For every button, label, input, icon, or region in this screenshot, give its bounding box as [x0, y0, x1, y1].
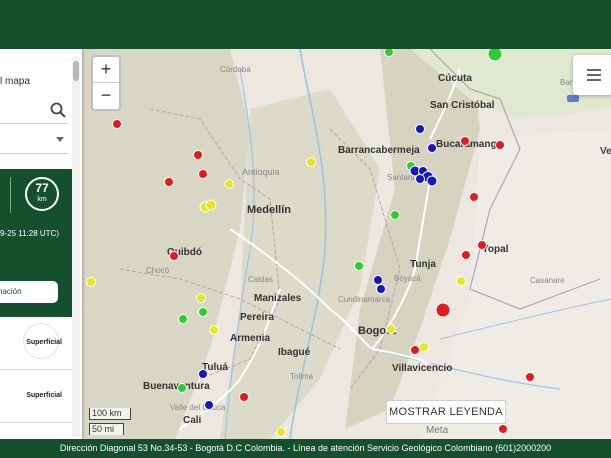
label-pereira: Pereira	[240, 312, 274, 323]
quake-marker[interactable]	[204, 400, 214, 410]
label-cucuta: Cúcuta	[438, 73, 472, 84]
quake-marker[interactable]	[384, 49, 394, 57]
quake-marker[interactable]	[198, 169, 208, 179]
quake-marker[interactable]	[427, 143, 437, 153]
quake-marker[interactable]	[487, 49, 503, 62]
label-ibague: Ibagué	[278, 347, 311, 358]
chevron-down-icon	[56, 137, 64, 142]
quake-marker[interactable]	[178, 314, 188, 324]
quake-marker[interactable]	[426, 175, 438, 187]
label-boyaca: Boyacá	[394, 274, 421, 283]
list-item[interactable]: Superficial	[0, 370, 72, 423]
quake-marker[interactable]	[198, 369, 208, 379]
quake-marker[interactable]	[239, 392, 249, 402]
quake-marker[interactable]	[209, 325, 219, 335]
label-manizales: Manizales	[254, 293, 302, 304]
hamburger-icon	[587, 79, 601, 81]
search-input[interactable]	[0, 99, 68, 124]
quake-marker[interactable]	[419, 342, 429, 352]
depth-indicator: 77 km	[25, 177, 59, 211]
quake-marker[interactable]	[477, 240, 487, 250]
quake-marker[interactable]	[164, 177, 174, 187]
label-buenaventura: Buenaventura	[143, 381, 210, 392]
quake-marker[interactable]	[205, 199, 217, 211]
quake-marker[interactable]	[224, 179, 234, 189]
label-venezuela: Ve	[600, 146, 611, 157]
event-summary-card: 77 km 9-25 11:28 UTC) nación	[0, 169, 72, 317]
road-shield-icon	[567, 95, 579, 102]
label-casanare: Casanare	[530, 276, 565, 285]
footer-contact: Dirección Diagonal 53 No.34-53 - Bogotá …	[0, 439, 611, 458]
show-legend-button[interactable]: MOSTRAR LEYENDA	[386, 400, 506, 424]
label-antioquia: Antioquia	[242, 167, 280, 177]
filter-select[interactable]	[0, 131, 68, 154]
quake-marker[interactable]	[410, 345, 420, 355]
quake-marker[interactable]	[177, 383, 187, 393]
quake-marker[interactable]	[276, 427, 286, 437]
label-cordoba: Córdoba	[220, 65, 251, 74]
zoom-control: + −	[91, 55, 121, 111]
quake-marker[interactable]	[198, 307, 208, 317]
quake-marker[interactable]	[460, 136, 470, 146]
top-header-bar	[0, 0, 611, 49]
label-cali: Cali	[183, 415, 202, 426]
map-filter-label: l mapa	[0, 76, 31, 87]
quake-marker[interactable]	[193, 150, 203, 160]
side-panel: l mapa 77 km 9-25 11:28 UTC) nación Supe…	[0, 49, 82, 439]
quake-marker[interactable]	[306, 157, 316, 167]
quake-marker[interactable]	[196, 293, 206, 303]
quake-marker[interactable]	[456, 276, 466, 286]
label-valle: Valle del Cauca	[170, 403, 226, 412]
quake-marker[interactable]	[169, 251, 179, 261]
quake-marker[interactable]	[376, 284, 386, 294]
label-caldas: Caldas	[248, 275, 273, 284]
hamburger-icon	[587, 69, 601, 71]
zoom-in-button[interactable]: +	[93, 57, 119, 83]
quake-marker[interactable]	[435, 302, 451, 318]
label-medellin: Medellín	[247, 204, 291, 216]
label-tolima: Tolima	[290, 372, 314, 381]
menu-button[interactable]	[573, 55, 611, 95]
quake-marker[interactable]	[415, 174, 425, 184]
quake-marker[interactable]	[525, 372, 535, 382]
list-item[interactable]: Superficial	[0, 317, 72, 370]
label-villavicencio: Villavicencio	[392, 363, 452, 374]
more-info-button[interactable]: nación	[0, 281, 58, 303]
map-region-label: Meta	[426, 425, 449, 436]
label-san-cristobal: San Cristóbal	[430, 100, 495, 111]
scrollbar[interactable]	[72, 57, 80, 437]
search-icon[interactable]	[50, 102, 66, 123]
quake-marker[interactable]	[415, 124, 425, 134]
quake-marker[interactable]	[386, 324, 396, 334]
quake-marker[interactable]	[469, 192, 479, 202]
zoom-out-button[interactable]: −	[93, 83, 119, 108]
quake-marker[interactable]	[498, 424, 508, 434]
depth-label: Superficial	[26, 339, 62, 346]
label-cundinamarca: Cundinamarca	[338, 295, 391, 304]
label-tunja: Tunja	[410, 259, 436, 270]
quake-marker[interactable]	[112, 119, 122, 129]
quake-marker[interactable]	[495, 140, 505, 150]
depth-unit: km	[37, 196, 47, 203]
label-armenia: Armenia	[230, 333, 270, 344]
quake-marker[interactable]	[390, 210, 400, 220]
scale-km: 100 km	[89, 408, 131, 420]
label-barrancabermeja: Barrancabermeja	[338, 145, 420, 156]
depth-label: Superficial	[26, 392, 62, 399]
hamburger-icon	[587, 74, 601, 76]
label-choco: Chocó	[146, 266, 170, 275]
scale-mi: 50 mi	[89, 423, 124, 435]
scrollbar-thumb[interactable]	[73, 61, 79, 81]
quake-marker[interactable]	[354, 261, 364, 271]
quake-marker[interactable]	[461, 250, 471, 260]
divider	[10, 177, 11, 213]
event-date: 9-25 11:28 UTC)	[0, 229, 59, 238]
depth-value: 77	[35, 181, 49, 195]
quake-marker[interactable]	[373, 275, 383, 285]
quake-marker[interactable]	[86, 277, 96, 287]
